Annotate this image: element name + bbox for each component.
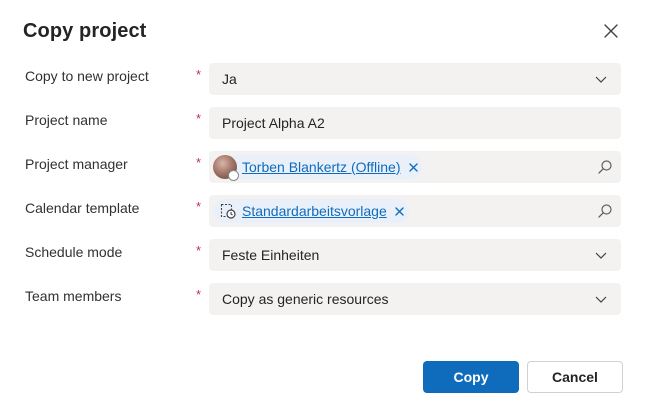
close-icon	[409, 162, 418, 172]
calendar-template-link[interactable]: Standardarbeitsvorlage	[242, 203, 387, 219]
chevron-down-icon	[595, 76, 607, 83]
close-button[interactable]	[598, 18, 624, 44]
copy-to-new-project-row: Copy to new project * Ja	[0, 63, 647, 95]
copy-button[interactable]: Copy	[423, 361, 519, 393]
team-members-row: Team members * Copy as generic resources	[0, 283, 647, 315]
presence-offline-icon	[228, 170, 239, 181]
project-name-value: Project Alpha A2	[222, 115, 325, 131]
required-marker: *	[196, 67, 202, 82]
close-icon	[395, 206, 404, 216]
project-manager-tag: Torben Blankertz (Offline)	[213, 155, 423, 181]
calendar-template-lookup[interactable]: Standardarbeitsvorlage	[209, 195, 621, 227]
copy-to-new-project-label: Copy to new project	[25, 68, 149, 84]
team-members-label: Team members	[25, 288, 122, 304]
required-marker: *	[196, 155, 202, 170]
dialog-title: Copy project	[23, 20, 147, 42]
schedule-mode-label: Schedule mode	[25, 244, 123, 260]
project-name-input[interactable]: Project Alpha A2	[209, 107, 621, 139]
chevron-down-icon	[595, 296, 607, 303]
required-marker: *	[196, 199, 202, 214]
search-icon[interactable]	[597, 159, 613, 175]
calendar-template-tag: Standardarbeitsvorlage	[213, 199, 409, 223]
avatar	[213, 155, 239, 181]
copy-project-dialog: Copy project Copy to new project * Ja Pr…	[0, 0, 647, 416]
schedule-mode-value: Feste Einheiten	[222, 247, 320, 263]
remove-project-manager-button[interactable]	[408, 162, 418, 172]
team-members-dropdown[interactable]: Copy as generic resources	[209, 283, 621, 315]
project-name-row: Project name * Project Alpha A2	[0, 107, 647, 139]
calendar-template-row: Calendar template * Standardarbeitsvorla…	[0, 195, 647, 227]
project-manager-lookup[interactable]: Torben Blankertz (Offline)	[209, 151, 621, 183]
schedule-mode-row: Schedule mode * Feste Einheiten	[0, 239, 647, 271]
cancel-button[interactable]: Cancel	[527, 361, 623, 393]
required-marker: *	[196, 111, 202, 126]
calendar-template-label: Calendar template	[25, 200, 140, 216]
required-marker: *	[196, 243, 202, 258]
required-marker: *	[196, 287, 202, 302]
copy-to-new-project-dropdown[interactable]: Ja	[209, 63, 621, 95]
copy-to-new-project-value: Ja	[222, 71, 237, 87]
project-manager-label: Project manager	[25, 156, 128, 172]
team-members-value: Copy as generic resources	[222, 291, 389, 307]
schedule-mode-dropdown[interactable]: Feste Einheiten	[209, 239, 621, 271]
calendar-clock-icon	[220, 203, 236, 219]
project-name-label: Project name	[25, 112, 108, 128]
project-manager-link[interactable]: Torben Blankertz (Offline)	[242, 159, 400, 175]
search-icon[interactable]	[597, 203, 613, 219]
chevron-down-icon	[595, 252, 607, 259]
close-icon	[604, 24, 618, 38]
remove-calendar-template-button[interactable]	[395, 206, 405, 216]
project-manager-row: Project manager * Torben Blankertz (Offl…	[0, 151, 647, 183]
